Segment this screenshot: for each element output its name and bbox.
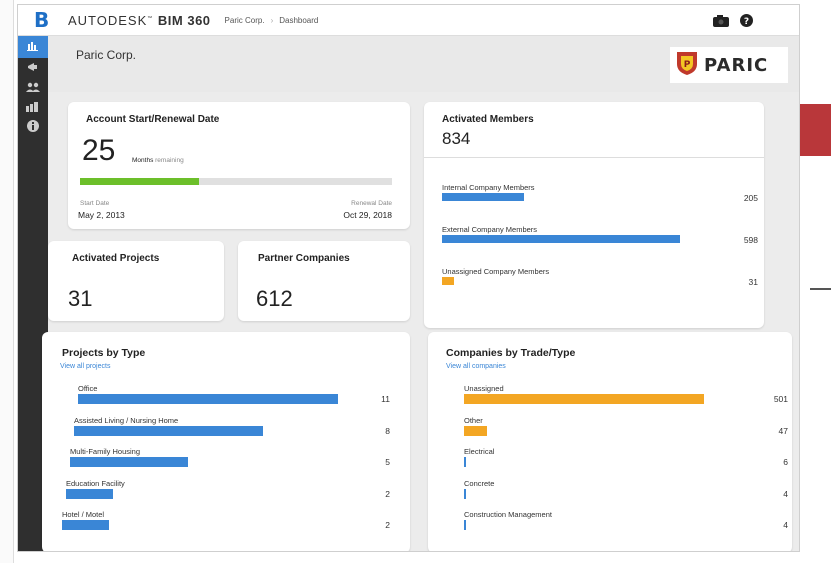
project-type-row-value: 2: [385, 488, 390, 499]
company-trade-row-bar: [464, 488, 466, 499]
company-trade-row-bar: [464, 520, 466, 530]
projects-count: 31: [68, 286, 93, 311]
breadcrumb-separator: ›: [270, 15, 274, 25]
project-type-row-label: Multi-Family Housing: [70, 447, 141, 456]
projects-by-type-card: Projects by Type View all projects Offic…: [42, 332, 410, 551]
brand-autodesk: AUTODESK: [68, 12, 148, 28]
companies-by-trade-card: Companies by Trade/Type View all compani…: [428, 332, 792, 551]
members-row-value: 31: [748, 277, 758, 287]
company-logo: P PARIC: [670, 47, 788, 83]
project-type-row-value: 8: [385, 425, 390, 436]
sidebar-item-home[interactable]: [18, 36, 48, 58]
members-divider: [424, 157, 764, 158]
start-date-label: Start Date: [80, 200, 110, 207]
project-type-row-label: Assisted Living / Nursing Home: [74, 415, 179, 425]
company-trade-row-bar: [464, 457, 466, 467]
breadcrumb: Paric Corp. › Dashboard: [225, 16, 319, 25]
members-row-value: 598: [743, 235, 758, 245]
breadcrumb-company[interactable]: Paric Corp.: [225, 16, 265, 25]
members-total: 834: [442, 129, 471, 148]
sidebar-item-companies[interactable]: [18, 98, 48, 118]
company-trade-row-bar: [464, 425, 487, 436]
svg-text:?: ?: [744, 17, 749, 27]
svg-text:P: P: [684, 60, 691, 70]
partners-count: 612: [256, 286, 293, 311]
account-card: Account Start/Renewal Date 25 Months rem…: [68, 102, 410, 229]
partners-card-title: Partner Companies: [258, 253, 350, 264]
members-row-label: Internal Company Members: [442, 183, 535, 192]
months-remaining-value: 25: [82, 134, 116, 167]
members-row-label: Unassigned Company Members: [442, 267, 550, 276]
project-type-row-label: Office: [78, 384, 98, 393]
project-type-row-label: Hotel / Motel: [62, 510, 105, 519]
members-card-title: Activated Members: [442, 114, 534, 125]
megaphone-icon: [27, 59, 39, 77]
project-type-row-bar: [66, 488, 114, 499]
company-trade-row-value: 501: [773, 394, 788, 404]
company-trade-row-label: Electrical: [464, 447, 495, 456]
start-date-value: May 2, 2013: [78, 210, 125, 220]
company-trade-row-value: 47: [778, 425, 788, 436]
view-all-companies-link[interactable]: View all companies: [446, 363, 506, 370]
bim360-logo-icon[interactable]: B: [34, 8, 54, 32]
project-type-row-label: Education Facility: [66, 478, 125, 488]
project-type-row-bar: [74, 425, 263, 436]
members-row-bar: [442, 193, 524, 201]
camera-icon[interactable]: [712, 14, 730, 27]
info-icon: [27, 119, 39, 137]
members-card: Activated Members 834 Internal Company M…: [424, 102, 764, 328]
project-type-row-value: 11: [381, 394, 390, 404]
remaining-label: remaining: [155, 157, 184, 164]
view-all-projects-link[interactable]: View all projects: [60, 363, 110, 370]
company-trade-row-value: 6: [783, 457, 788, 467]
product-title: AUTODESK™ BIM 360: [68, 12, 211, 28]
partners-card[interactable]: Partner Companies 612: [238, 241, 410, 321]
members-row-bar: [442, 235, 681, 243]
members-row-value: 205: [743, 193, 758, 203]
renewal-date-label: Renewal Date: [351, 200, 392, 207]
projects-card-title: Activated Projects: [72, 253, 160, 264]
help-icon[interactable]: ?: [740, 14, 753, 27]
projects-by-type-title: Projects by Type: [62, 347, 146, 359]
project-type-row-bar: [62, 520, 110, 530]
project-type-row-value: 5: [385, 457, 390, 467]
company-trade-row-label: Construction Management: [464, 510, 552, 519]
users-icon: [26, 79, 40, 97]
top-bar: B AUTODESK™ BIM 360 Paric Corp. › Dashbo…: [18, 5, 799, 36]
company-logo-text: PARIC: [704, 54, 769, 76]
sidebar-item-members[interactable]: [18, 78, 48, 98]
account-progress-fill: [80, 178, 199, 185]
brand-bim360: BIM 360: [157, 12, 211, 28]
companies-by-trade-title: Companies by Trade/Type: [446, 347, 576, 359]
project-type-row-bar: [78, 394, 338, 404]
account-progress-bar: [80, 178, 392, 185]
projects-card[interactable]: Activated Projects 31: [48, 241, 224, 321]
company-trade-row-label: Concrete: [464, 478, 495, 488]
members-row-bar: [442, 277, 455, 285]
project-type-row-value: 2: [385, 520, 390, 530]
buildings-icon: [26, 99, 40, 117]
background-line: [810, 288, 831, 290]
shield-icon: P: [676, 50, 698, 81]
company-trade-row-value: 4: [783, 488, 788, 499]
sidebar-item-announcements[interactable]: [18, 58, 48, 78]
app-window: B AUTODESK™ BIM 360 Paric Corp. › Dashbo…: [17, 4, 800, 552]
account-card-title: Account Start/Renewal Date: [86, 114, 220, 125]
sidebar-item-info[interactable]: [18, 118, 48, 138]
home-icon: [27, 38, 39, 56]
months-label: Months: [132, 157, 154, 164]
months-remaining-label: Months remaining: [132, 157, 184, 164]
company-name: Paric Corp.: [76, 48, 137, 62]
members-row-label: External Company Members: [442, 225, 538, 234]
background-frame: [0, 0, 14, 563]
renewal-date-value: Oct 29, 2018: [343, 210, 392, 220]
top-right-icons: ?: [712, 14, 753, 27]
company-header: Paric Corp. P PARIC: [48, 36, 799, 92]
company-trade-row-value: 4: [783, 520, 788, 530]
breadcrumb-dashboard[interactable]: Dashboard: [279, 16, 318, 25]
company-trade-row-bar: [464, 394, 704, 404]
project-type-row-bar: [70, 457, 188, 467]
company-trade-row-label: Unassigned: [464, 384, 504, 393]
company-trade-row-label: Other: [464, 415, 483, 425]
